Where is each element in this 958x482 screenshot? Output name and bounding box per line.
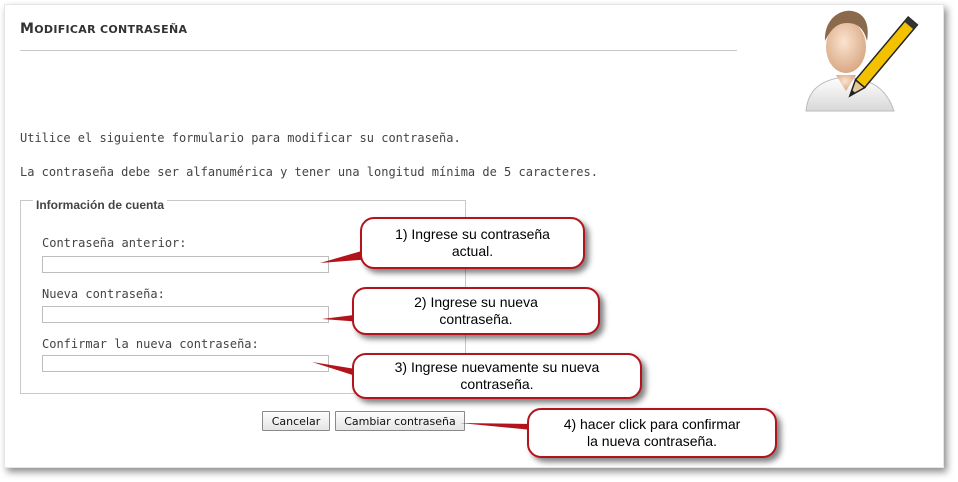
page-title-rest: ODIFICAR CONTRASEÑA (34, 23, 188, 36)
page-title: MODIFICAR CONTRASEÑA (20, 18, 187, 37)
callout-4-line1: 4) hacer click para confirmar (563, 416, 741, 432)
callout-2: 2) Ingrese su nueva contraseña. (352, 287, 600, 335)
callout-2-line2: contraseña. (439, 311, 513, 327)
callout-1-line1: 1) Ingrese su contraseña (395, 226, 550, 242)
cancel-button[interactable]: Cancelar (262, 411, 330, 431)
old-password-label: Contraseña anterior: (42, 236, 187, 250)
callout-3-line2: contraseña. (460, 376, 534, 392)
change-password-button[interactable]: Cambiar contraseña (335, 411, 465, 431)
callout-4-line2: la nueva contraseña. (587, 433, 717, 449)
new-password-label: Nueva contraseña: (42, 287, 165, 301)
old-password-input[interactable] (42, 256, 329, 273)
callout-3: 3) Ingrese nuevamente su nueva contraseña… (352, 353, 642, 399)
callout-3-line1: 3) Ingrese nuevamente su nueva (394, 359, 600, 375)
user-edit-icon (805, 10, 919, 112)
intro-text-1: Utilice el siguiente formulario para mod… (20, 131, 461, 145)
confirm-password-input[interactable] (42, 355, 329, 372)
title-divider (20, 50, 737, 51)
callout-4: 4) hacer click para confirmar la nueva co… (527, 408, 777, 458)
intro-text-2: La contraseña debe ser alfanumérica y te… (20, 165, 598, 179)
callout-1: 1) Ingrese su contraseña actual. (360, 217, 585, 269)
page-title-initial: M (20, 21, 35, 37)
account-legend: Información de cuenta (33, 198, 168, 212)
confirm-password-label: Confirmar la nueva contraseña: (42, 337, 259, 351)
new-password-input[interactable] (42, 306, 329, 323)
callout-1-line2: actual. (451, 243, 494, 259)
callout-2-line1: 2) Ingrese su nueva (414, 294, 538, 310)
